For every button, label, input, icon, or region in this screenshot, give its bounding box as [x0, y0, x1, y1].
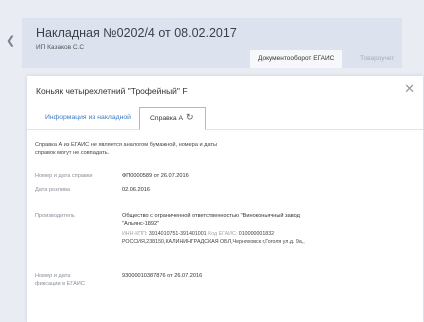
bottling-date-value: 02.06.2016 — [122, 187, 150, 193]
bottling-date-label: Дата розлива — [35, 187, 71, 193]
inn-kpp-value: 3914010751-391401001 — [148, 231, 207, 237]
producer-details: ИНН-КПП: 3914010751-391401001 Код ЕГАИС:… — [122, 231, 332, 246]
tab-invoice-info[interactable]: Информация из накладной — [45, 114, 131, 121]
product-modal: Коньяк четырехлетний "Трофейный" F ✕ Инф… — [27, 76, 423, 322]
chevron-left-icon[interactable]: ❮ — [6, 34, 15, 47]
tab-spravka-a-label: Справка А — [150, 115, 184, 122]
close-icon[interactable]: ✕ — [404, 82, 415, 95]
egais-fixation-value: 93000010387876 от 26.07.2016 — [122, 273, 203, 279]
tab-egais-docflow[interactable]: Документооборот ЕГАИС — [250, 50, 343, 68]
refresh-icon[interactable]: ↻ — [186, 112, 194, 123]
number-date-value: ФП0000589 от 26.07.2016 — [122, 173, 189, 179]
document-counterparty: ИП Казаков С.С — [36, 44, 85, 51]
tab-goods-accounting[interactable]: Товароучет — [352, 50, 402, 68]
modal-title: Коньяк четырехлетний "Трофейный" F — [36, 86, 188, 96]
inn-kpp-prefix: ИНН-КПП: — [122, 231, 148, 237]
egais-code-value: 010000001832 — [238, 231, 275, 237]
spravka-note: Справка А из ЕГАИС не является аналогом … — [35, 142, 218, 156]
tab-spravka-a[interactable]: Справка А ↻ — [139, 107, 206, 130]
producer-name: Общество с ограниченной ответственностью… — [122, 213, 300, 227]
tabs-divider — [27, 129, 423, 130]
egais-code-prefix: Код ЕГАИС: — [208, 231, 238, 237]
number-date-label: Номер и дата справки — [35, 173, 93, 179]
document-title: Накладная №0202/4 от 08.02.2017 — [36, 26, 237, 40]
producer-label: Производитель — [35, 213, 75, 219]
producer-address: РОССИЯ,238150,КАЛИНИНГРАДСКАЯ ОБЛ,Чернях… — [122, 238, 305, 245]
egais-fixation-label: Номер и дата фиксации в ЕГАИС — [35, 273, 85, 287]
